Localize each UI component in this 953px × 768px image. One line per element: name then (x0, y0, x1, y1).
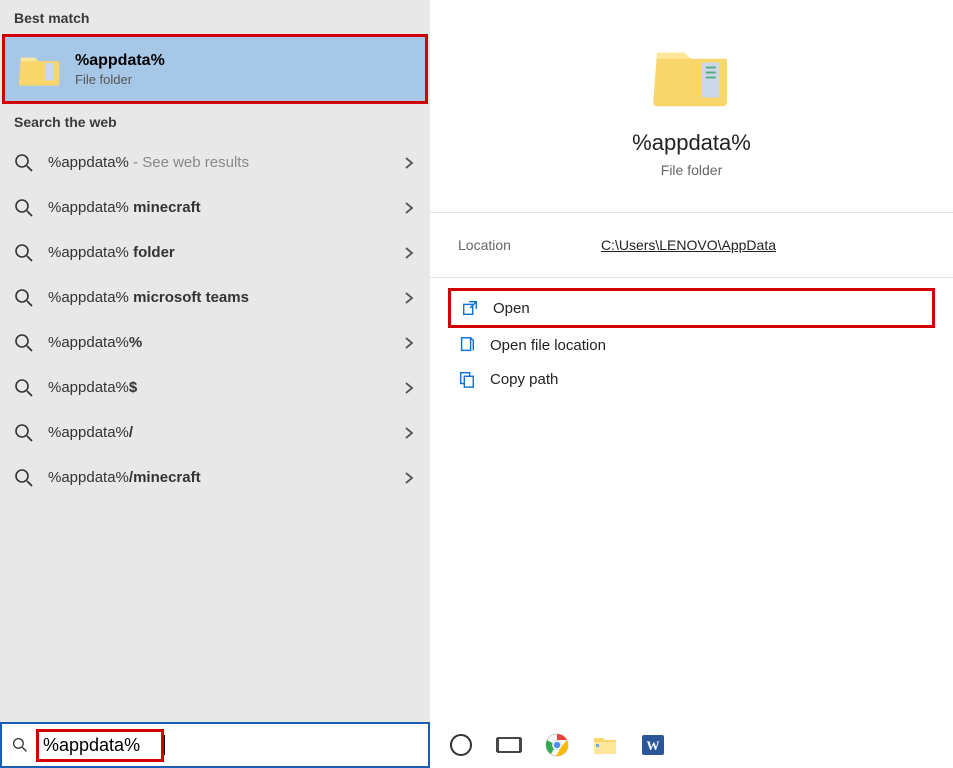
action-open-label: Open (493, 300, 530, 317)
web-result-label: %appdata%/ (48, 424, 402, 441)
cortana-icon[interactable] (448, 732, 474, 758)
action-open-location[interactable]: Open file location (448, 328, 935, 362)
search-icon (14, 153, 34, 173)
chrome-icon[interactable] (544, 732, 570, 758)
text-cursor (164, 735, 165, 755)
location-path[interactable]: C:\Users\LENOVO\AppData (601, 237, 776, 253)
search-icon (14, 378, 34, 398)
chevron-right-icon (402, 156, 416, 170)
web-result-label: %appdata%$ (48, 379, 402, 396)
chevron-right-icon (402, 381, 416, 395)
search-bar[interactable] (0, 722, 430, 768)
web-result-label: %appdata% microsoft teams (48, 289, 402, 306)
search-icon (14, 468, 34, 488)
chevron-right-icon (402, 336, 416, 350)
web-result-item[interactable]: %appdata% microsoft teams (0, 275, 430, 320)
open-icon (461, 299, 479, 317)
chevron-right-icon (402, 291, 416, 305)
web-result-item[interactable]: %appdata%$ (0, 365, 430, 410)
best-match-title: %appdata% (75, 52, 165, 70)
preview-subtitle: File folder (661, 162, 722, 178)
search-icon (14, 243, 34, 263)
search-icon (14, 333, 34, 353)
action-copy-path-label: Copy path (490, 371, 558, 388)
best-match-subtitle: File folder (75, 72, 165, 87)
best-match-header: Best match (0, 0, 430, 34)
web-result-item[interactable]: %appdata%/minecraft (0, 455, 430, 500)
chevron-right-icon (402, 246, 416, 260)
web-result-label: %appdata% minecraft (48, 199, 402, 216)
web-result-label: %appdata% - See web results (48, 154, 402, 171)
word-icon[interactable]: W (640, 732, 666, 758)
web-result-label: %appdata%% (48, 334, 402, 351)
web-result-label: %appdata% folder (48, 244, 402, 261)
explorer-icon[interactable] (592, 732, 618, 758)
search-results-pane: Best match %appdata% File folder Search … (0, 0, 430, 768)
best-match-result[interactable]: %appdata% File folder (2, 34, 428, 104)
web-result-item[interactable]: %appdata%/ (0, 410, 430, 455)
preview-pane: %appdata% File folder Location C:\Users\… (430, 0, 953, 768)
action-open[interactable]: Open (448, 288, 935, 328)
actions-list: Open Open file location Copy path (430, 278, 953, 406)
action-open-location-label: Open file location (490, 337, 606, 354)
chevron-right-icon (402, 471, 416, 485)
taskbar: W (430, 722, 953, 768)
preview-title: %appdata% (632, 130, 751, 156)
taskview-icon[interactable] (496, 732, 522, 758)
search-icon (14, 288, 34, 308)
web-result-item[interactable]: %appdata% minecraft (0, 185, 430, 230)
details-row: Location C:\Users\LENOVO\AppData (430, 213, 953, 278)
search-icon (14, 423, 34, 443)
web-result-item[interactable]: %appdata% folder (0, 230, 430, 275)
folder-icon (652, 38, 732, 112)
file-location-icon (458, 336, 476, 354)
search-icon (12, 737, 28, 753)
search-web-header: Search the web (0, 104, 430, 138)
web-results-list: %appdata% - See web results %appdata% mi… (0, 140, 430, 500)
chevron-right-icon (402, 201, 416, 215)
search-icon (14, 198, 34, 218)
web-result-label: %appdata%/minecraft (48, 469, 402, 486)
search-input-highlight (36, 729, 164, 762)
action-copy-path[interactable]: Copy path (448, 362, 935, 396)
location-label: Location (458, 237, 511, 253)
copy-icon (458, 370, 476, 388)
web-result-item[interactable]: %appdata% - See web results (0, 140, 430, 185)
svg-text:W: W (647, 738, 660, 753)
folder-icon (19, 50, 61, 88)
chevron-right-icon (402, 426, 416, 440)
web-result-item[interactable]: %appdata%% (0, 320, 430, 365)
search-input[interactable] (43, 735, 153, 756)
